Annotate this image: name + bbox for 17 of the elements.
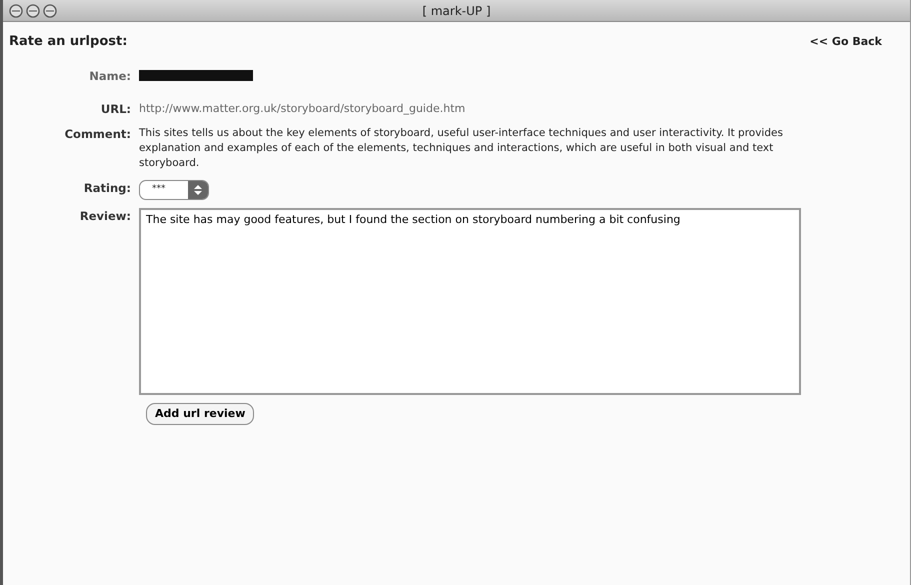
field-label: URL: bbox=[100, 100, 132, 118]
review-field[interactable]: The site has may good features, but I found the section on storyboard numbering a bit confusing bbox=[139, 208, 801, 395]
add-review-button[interactable]: Add url review bbox=[146, 402, 254, 426]
go-back-link[interactable]: << Go Back bbox=[810, 34, 882, 50]
url-text: http://www.matter.org.uk/storyboard/storyboard_guide.htm bbox=[139, 100, 466, 117]
comment-text: This sites tells us about the key elements of storyboard, useful user-interface techniques and user interactivity. It provides explanation and examples of each of the elements, techniques and interactions, which are useful in both visual and text storyboard. bbox=[139, 126, 784, 172]
field-label: Rating: bbox=[82, 180, 132, 197]
window-title: [ mark-UP ] bbox=[422, 2, 491, 20]
window-button-icon[interactable] bbox=[43, 4, 57, 18]
updown-arrow-icon bbox=[193, 184, 203, 196]
window-button-icon[interactable] bbox=[26, 4, 40, 18]
field-label: Comment: bbox=[64, 126, 132, 143]
rating-dropdown[interactable]: *** bbox=[139, 180, 209, 200]
page-heading: Rate an urlpost: bbox=[9, 33, 128, 51]
field-label: Review: bbox=[78, 208, 132, 225]
window-button-icon[interactable] bbox=[9, 4, 23, 18]
field-label: Name: bbox=[88, 68, 132, 84]
